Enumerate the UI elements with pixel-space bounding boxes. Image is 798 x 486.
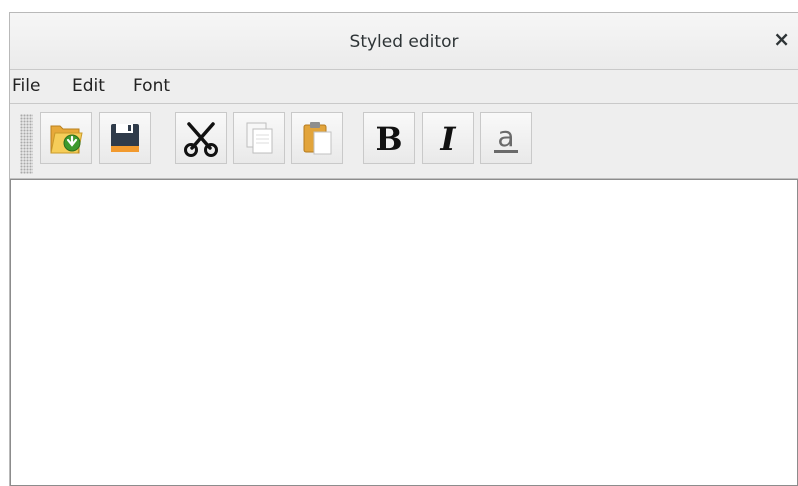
menu-edit[interactable]: Edit [72, 76, 105, 96]
italic-button[interactable]: I [422, 112, 474, 164]
title-bar[interactable]: Styled editor × [10, 13, 798, 70]
open-button[interactable] [40, 112, 92, 164]
save-button[interactable] [99, 112, 151, 164]
bold-icon: B [375, 120, 402, 158]
toolbar-grip-handle[interactable] [20, 114, 33, 174]
menu-bar: File Edit Font [10, 70, 798, 104]
window-title: Styled editor [349, 32, 459, 52]
open-folder-icon [50, 125, 83, 154]
copy-button[interactable] [233, 112, 285, 164]
menu-font[interactable]: Font [133, 76, 170, 96]
svg-text:B: B [375, 120, 402, 158]
svg-text:a: a [497, 120, 514, 153]
close-button[interactable]: × [773, 28, 790, 50]
editor-window: Styled editor × File Edit Font B I a [9, 12, 798, 486]
italic-icon: I [440, 120, 457, 158]
paste-icon [303, 122, 332, 155]
toolbar: B I a [10, 104, 798, 179]
bold-button[interactable]: B [363, 112, 415, 164]
floppy-disk-icon [111, 124, 139, 152]
paste-button[interactable] [291, 112, 343, 164]
copy-icon [246, 122, 273, 154]
scissors-icon [184, 122, 218, 157]
svg-text:I: I [440, 120, 457, 158]
menu-file[interactable]: File [12, 76, 40, 96]
underline-button[interactable]: a [480, 112, 532, 164]
underline-icon: a [494, 120, 518, 153]
cut-button[interactable] [175, 112, 227, 164]
text-editor-area[interactable] [10, 179, 798, 486]
